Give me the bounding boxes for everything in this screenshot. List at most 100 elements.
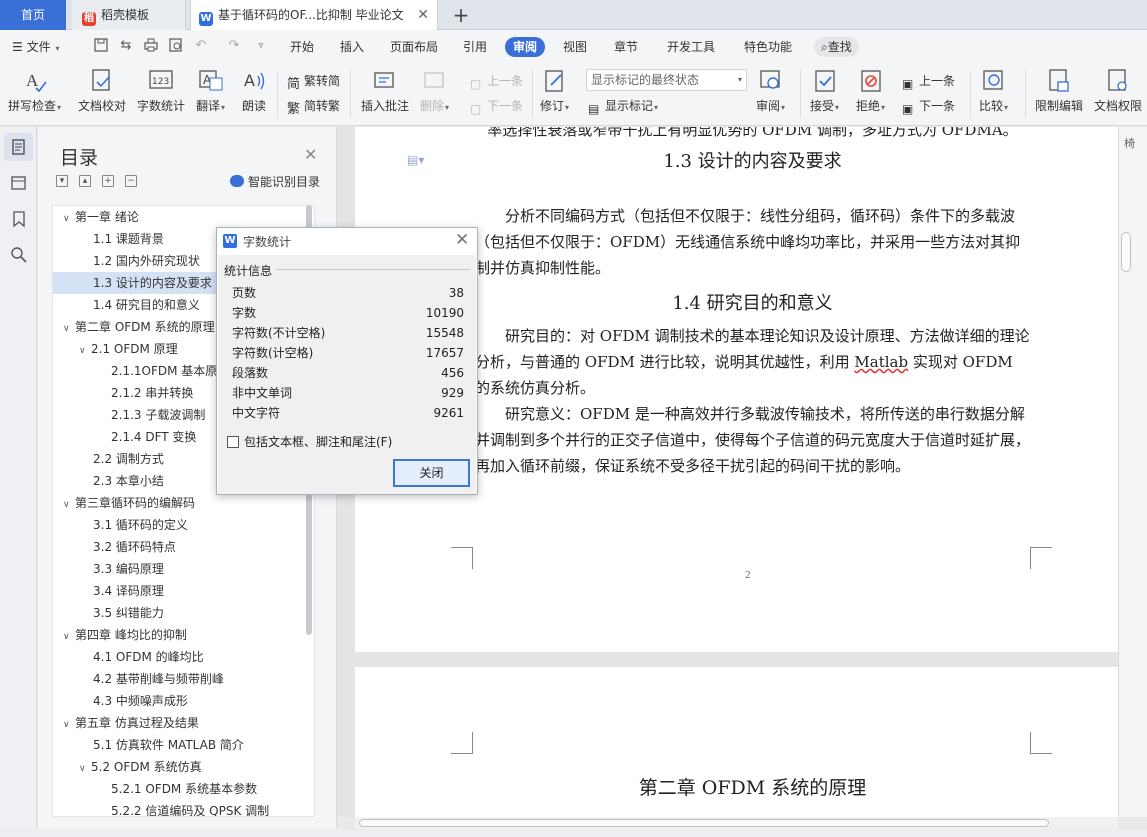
word-count-button[interactable]: 123 字数统计 bbox=[137, 68, 185, 114]
close-button[interactable]: 关闭 bbox=[393, 459, 470, 487]
print-icon[interactable] bbox=[143, 38, 159, 54]
expand-arrow-icon[interactable]: ∨ bbox=[63, 318, 75, 338]
spell-check-button[interactable]: A 拼写检查▾ bbox=[8, 68, 61, 114]
menu-view[interactable]: 视图 bbox=[563, 37, 587, 57]
toc-item[interactable]: 3.1 循环码的定义 bbox=[53, 514, 314, 536]
smart-toc-button[interactable]: 智能识别目录 bbox=[230, 173, 320, 190]
collapse-all-icon[interactable]: ▾ bbox=[56, 175, 68, 187]
menu-insert[interactable]: 插入 bbox=[340, 37, 364, 57]
toc-item[interactable]: ∨ 第三章循环码的编解码 bbox=[53, 492, 314, 514]
close-icon[interactable]: ✕ bbox=[304, 145, 317, 164]
toc-item[interactable]: 3.3 编码原理 bbox=[53, 558, 314, 580]
toc-item[interactable]: 3.2 循环码特点 bbox=[53, 536, 314, 558]
show-markup-button[interactable]: ▤ 显示标记▾ bbox=[588, 97, 658, 116]
review-pane-button[interactable]: 审阅▾ bbox=[756, 68, 785, 114]
toc-item[interactable]: 4.3 中频噪声成形 bbox=[53, 690, 314, 712]
customize-icon[interactable]: ▿ bbox=[253, 38, 269, 54]
compare-button[interactable]: 比较▾ bbox=[979, 68, 1008, 114]
stat-value: 15548 bbox=[425, 326, 464, 340]
next-comment-button[interactable]: ▢ 下一条 bbox=[470, 97, 523, 116]
close-icon[interactable]: ✕ bbox=[455, 230, 469, 250]
menu-chapter[interactable]: 章节 bbox=[614, 37, 638, 57]
svg-text:A: A bbox=[26, 71, 39, 90]
expand-arrow-icon[interactable]: ∨ bbox=[63, 714, 75, 734]
toc-item[interactable]: 4.1 OFDM 的峰均比 bbox=[53, 646, 314, 668]
toc-item-label: 4.2 基带削峰与频带削峰 bbox=[93, 672, 224, 686]
save-icon[interactable] bbox=[93, 38, 109, 54]
toc-item[interactable]: ∨ 5.2 OFDM 系统仿真 bbox=[53, 756, 314, 778]
tab-home[interactable]: 首页 bbox=[0, 0, 66, 30]
toc-item[interactable]: 5.1 仿真软件 MATLAB 简介 bbox=[53, 734, 314, 756]
export-icon[interactable]: ⇆ bbox=[118, 38, 134, 54]
doc-proof-button[interactable]: 文档校对 bbox=[78, 68, 126, 114]
translate-button[interactable]: A 翻译▾ bbox=[196, 68, 225, 114]
insert-comment-button[interactable]: 插入批注 bbox=[361, 68, 409, 114]
restrict-edit-button[interactable]: 限制编辑 bbox=[1035, 68, 1083, 114]
toc-item-label: 1.1 课题背景 bbox=[93, 232, 164, 246]
simp-trad-label: 简转繁 bbox=[304, 99, 341, 113]
read-aloud-button[interactable]: A 朗读 bbox=[241, 68, 267, 114]
toc-item[interactable]: 3.4 译码原理 bbox=[53, 580, 314, 602]
expand-arrow-icon[interactable]: ∨ bbox=[79, 340, 91, 360]
menu-page-layout[interactable]: 页面布局 bbox=[390, 37, 438, 57]
close-tab-icon[interactable]: ✕ bbox=[417, 0, 429, 30]
reject-button[interactable]: 拒绝▾ bbox=[856, 68, 885, 114]
paragraph-menu-icon[interactable]: ▤▾ bbox=[407, 153, 424, 167]
toc-item[interactable]: ∨ 第五章 仿真过程及结果 bbox=[53, 712, 314, 734]
toc-item[interactable]: 5.2.1 OFDM 系统基本参数 bbox=[53, 778, 314, 800]
add-heading-icon[interactable]: + bbox=[102, 175, 114, 187]
toc-item[interactable]: ∨ 第一章 绪论 bbox=[53, 206, 314, 228]
toc-item[interactable]: 5.2.2 信道编码及 QPSK 调制 bbox=[53, 800, 314, 816]
docer-logo-icon: 稻 bbox=[82, 12, 96, 26]
spell-flagged-word[interactable]: Matlab bbox=[854, 353, 908, 371]
stat-row: 段落数 456 bbox=[232, 363, 464, 383]
expand-arrow-icon[interactable]: ∨ bbox=[79, 758, 91, 778]
expand-arrow-icon[interactable]: ∨ bbox=[63, 494, 75, 514]
tab-templates[interactable]: 稻稻壳模板 bbox=[72, 0, 186, 30]
undo-icon[interactable]: ↶ bbox=[193, 38, 209, 54]
toc-item[interactable]: 4.2 基带削峰与频带削峰 bbox=[53, 668, 314, 690]
expand-all-icon[interactable]: ▴ bbox=[79, 175, 91, 187]
vertical-scrollbar[interactable]: 椅 bbox=[1118, 127, 1147, 817]
next-change-button[interactable]: ▣ 下一条 bbox=[902, 97, 955, 116]
dialog-titlebar[interactable]: W 字数统计 ✕ bbox=[217, 228, 477, 253]
delete-comment-button[interactable]: 删除▾ bbox=[420, 68, 449, 114]
bookmark-icon[interactable] bbox=[9, 209, 29, 229]
print-preview-icon[interactable] bbox=[168, 38, 184, 54]
trad-simp-button[interactable]: 简繁转简 bbox=[287, 72, 340, 92]
search-button[interactable]: ⌕查找 bbox=[814, 37, 859, 57]
checkbox-box[interactable] bbox=[227, 436, 239, 448]
toc-item-label: 3.3 编码原理 bbox=[93, 562, 164, 576]
track-changes-button[interactable]: 修订▾ bbox=[540, 68, 569, 114]
markup-state-select[interactable]: 显示标记的最终状态 ▾ bbox=[586, 69, 747, 91]
stat-row: 页数 38 bbox=[232, 283, 464, 303]
accept-button[interactable]: 接受▾ bbox=[810, 68, 839, 114]
menu-special[interactable]: 特色功能 bbox=[744, 37, 792, 57]
redo-icon[interactable]: ↷ bbox=[226, 38, 242, 54]
horizontal-scrollbar[interactable] bbox=[355, 817, 1118, 829]
scroll-thumb[interactable] bbox=[1121, 232, 1131, 272]
expand-arrow-icon[interactable]: ∨ bbox=[63, 626, 75, 646]
remove-heading-icon[interactable]: − bbox=[125, 175, 137, 187]
toc-item[interactable]: 3.5 纠错能力 bbox=[53, 602, 314, 624]
prev-comment-button[interactable]: ▢ 上一条 bbox=[470, 72, 523, 91]
find-icon[interactable] bbox=[9, 245, 29, 265]
expand-arrow-icon[interactable]: ∨ bbox=[63, 208, 75, 228]
toc-item[interactable]: ∨ 第四章 峰均比的抑制 bbox=[53, 624, 314, 646]
file-menu[interactable]: ☰ 文件 ▾ bbox=[12, 37, 59, 57]
include-textbox-checkbox[interactable]: 包括文本框、脚注和尾注(F) bbox=[227, 433, 392, 450]
status-bar bbox=[0, 829, 1147, 837]
scroll-thumb[interactable] bbox=[359, 819, 1049, 827]
toc-item-label: 5.1 仿真软件 MATLAB 简介 bbox=[93, 738, 244, 752]
toc-panel-icon[interactable] bbox=[4, 133, 33, 161]
menu-developer[interactable]: 开发工具 bbox=[667, 37, 715, 57]
menu-references[interactable]: 引用 bbox=[463, 37, 487, 57]
simp-trad-button[interactable]: 繁简转繁 bbox=[287, 97, 341, 117]
chapter-nav-icon[interactable] bbox=[9, 173, 29, 193]
doc-permission-button[interactable]: 文档权限 bbox=[1094, 68, 1142, 114]
new-tab-button[interactable]: + bbox=[448, 0, 474, 30]
menu-start[interactable]: 开始 bbox=[290, 37, 314, 57]
tab-document[interactable]: W 基于循环码的OF...比抑制 毕业论文 ✕ bbox=[190, 0, 438, 30]
menu-review[interactable]: 审阅 bbox=[505, 37, 546, 57]
prev-change-button[interactable]: ▣ 上一条 bbox=[902, 72, 955, 91]
